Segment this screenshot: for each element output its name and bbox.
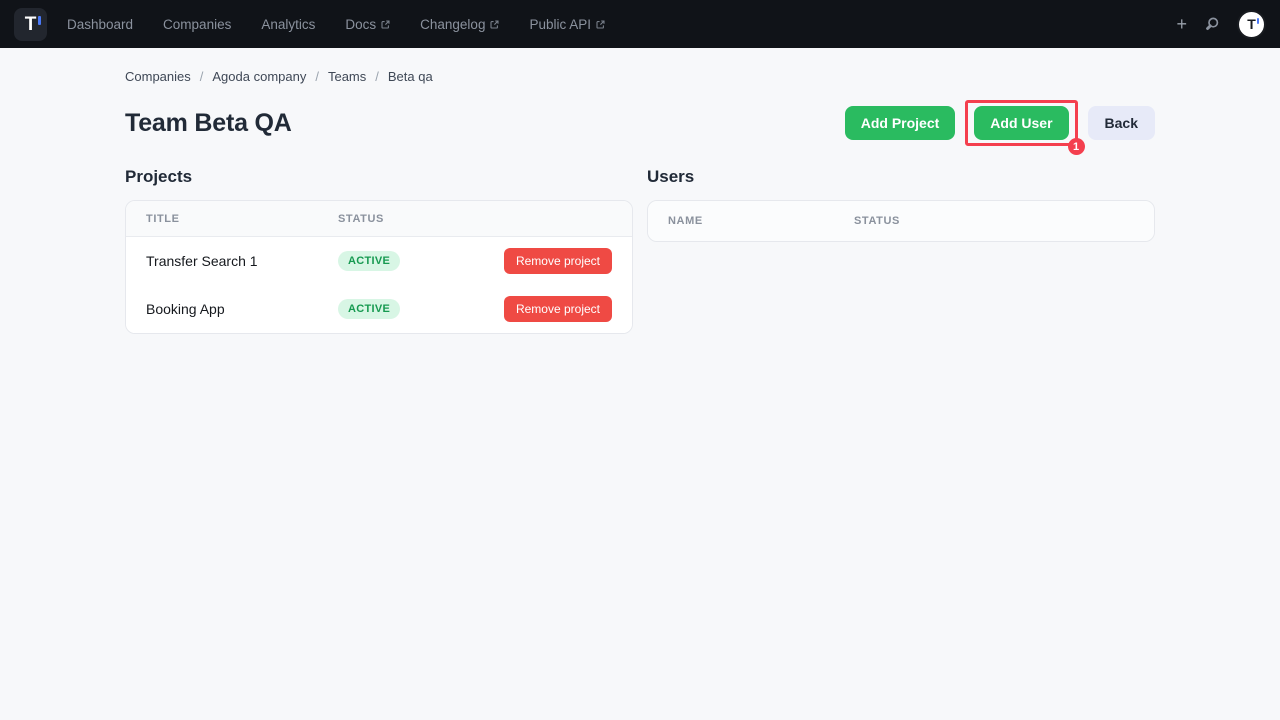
- table-row: Transfer Search 1 ACTIVE Remove project: [126, 237, 632, 285]
- add-project-button[interactable]: Add Project: [845, 106, 956, 140]
- users-table: NAME STATUS: [647, 200, 1155, 242]
- projects-table-header: TITLE STATUS: [126, 201, 632, 237]
- annotation-highlight: Add User 1: [965, 100, 1077, 146]
- projects-section: Projects TITLE STATUS Transfer Search 1 …: [125, 167, 633, 334]
- add-user-button[interactable]: Add User: [974, 106, 1068, 140]
- breadcrumb-teams[interactable]: Teams: [328, 69, 366, 84]
- projects-heading: Projects: [125, 167, 633, 187]
- nav-item-companies[interactable]: Companies: [163, 17, 231, 32]
- avatar-letter: T: [1247, 17, 1256, 31]
- breadcrumb-companies[interactable]: Companies: [125, 69, 191, 84]
- column-header-status: STATUS: [338, 213, 612, 225]
- breadcrumb-separator: /: [315, 69, 319, 84]
- nav-item-dashboard[interactable]: Dashboard: [67, 17, 133, 32]
- nav-item-public-api[interactable]: Public API: [529, 17, 605, 32]
- external-link-icon: [381, 20, 390, 29]
- nav-item-docs[interactable]: Docs: [345, 17, 390, 32]
- status-cell: ACTIVE: [338, 251, 504, 271]
- page-content: Companies / Agoda company / Teams / Beta…: [125, 48, 1155, 334]
- users-section: Users NAME STATUS: [647, 167, 1155, 242]
- external-link-icon: [490, 20, 499, 29]
- nav-item-analytics[interactable]: Analytics: [261, 17, 315, 32]
- project-title: Transfer Search 1: [146, 253, 338, 269]
- status-cell: ACTIVE: [338, 299, 504, 319]
- breadcrumb-separator: /: [200, 69, 204, 84]
- nav-item-label: Public API: [529, 17, 591, 32]
- page-title: Team Beta QA: [125, 109, 292, 138]
- column-header-status: STATUS: [854, 215, 1134, 227]
- status-badge: ACTIVE: [338, 251, 400, 271]
- top-navbar: T Dashboard Companies Analytics Docs Cha…: [0, 0, 1280, 48]
- external-link-icon: [596, 20, 605, 29]
- column-header-title: TITLE: [146, 213, 338, 225]
- table-row: Booking App ACTIVE Remove project: [126, 285, 632, 333]
- users-table-header: NAME STATUS: [648, 201, 1154, 241]
- nav-item-label: Docs: [345, 17, 376, 32]
- users-heading: Users: [647, 167, 1155, 187]
- breadcrumb-beta-qa[interactable]: Beta qa: [388, 69, 433, 84]
- nav-item-label: Changelog: [420, 17, 485, 32]
- breadcrumb-separator: /: [375, 69, 379, 84]
- search-icon[interactable]: [1204, 16, 1220, 32]
- app-logo[interactable]: T: [14, 8, 47, 41]
- main-nav: Dashboard Companies Analytics Docs Chang…: [67, 17, 605, 32]
- status-badge: ACTIVE: [338, 299, 400, 319]
- remove-project-button[interactable]: Remove project: [504, 248, 612, 274]
- project-title: Booking App: [146, 301, 338, 317]
- remove-project-button[interactable]: Remove project: [504, 296, 612, 322]
- projects-table: TITLE STATUS Transfer Search 1 ACTIVE Re…: [125, 200, 633, 334]
- app-logo-letter: T: [25, 15, 37, 34]
- content-grid: Projects TITLE STATUS Transfer Search 1 …: [125, 167, 1155, 334]
- breadcrumb: Companies / Agoda company / Teams / Beta…: [125, 69, 1155, 84]
- user-avatar[interactable]: T: [1237, 10, 1266, 39]
- title-row: Team Beta QA Add Project Add User 1 Back: [125, 102, 1155, 144]
- breadcrumb-agoda-company[interactable]: Agoda company: [212, 69, 306, 84]
- annotation-step-badge: 1: [1068, 138, 1085, 155]
- navbar-right: + T: [1176, 10, 1266, 39]
- page-actions: Add Project Add User 1 Back: [845, 100, 1155, 146]
- column-header-name: NAME: [668, 215, 854, 227]
- nav-item-changelog[interactable]: Changelog: [420, 17, 499, 32]
- back-button[interactable]: Back: [1088, 106, 1155, 140]
- add-icon[interactable]: +: [1176, 15, 1187, 33]
